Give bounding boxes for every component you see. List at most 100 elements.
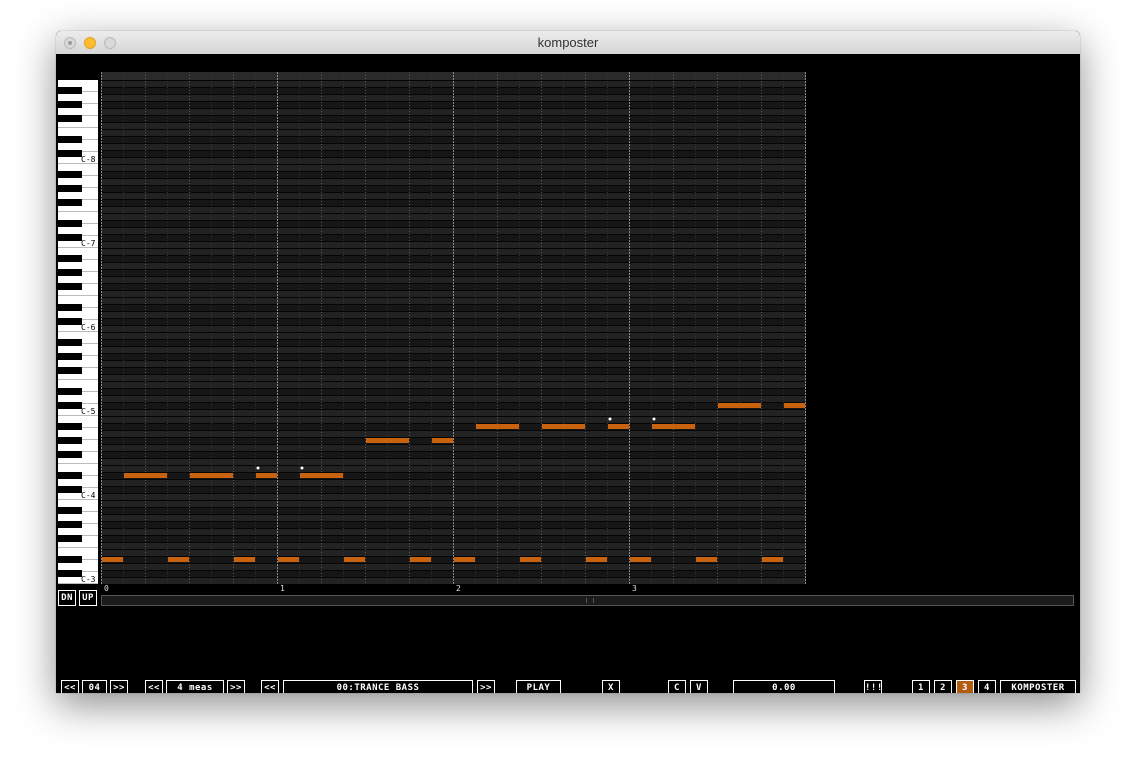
note-block[interactable] [696,557,717,562]
white-key-divider [58,295,98,296]
komposter-button[interactable]: KOMPOSTER [1000,680,1076,693]
copy-button[interactable]: C [668,680,686,693]
black-key[interactable] [58,87,82,94]
black-key[interactable] [58,556,82,563]
slide-marker [608,417,612,421]
black-key[interactable] [58,150,82,157]
length-prev-button[interactable]: << [145,680,163,693]
octave-label: C-3 [81,575,96,584]
black-key[interactable] [58,486,82,493]
black-key[interactable] [58,423,82,430]
instrument-name: 00:TRANCE BASS [283,680,473,693]
black-key[interactable] [58,521,82,528]
measure-label: 0 [104,584,109,593]
black-key[interactable] [58,136,82,143]
black-key[interactable] [58,269,82,276]
measure-label: 3 [632,584,637,593]
note-block[interactable] [124,473,167,478]
note-block[interactable] [168,557,189,562]
note-block[interactable] [608,424,629,429]
octave-label: C-5 [81,407,96,416]
title-bar: komposter [56,31,1080,55]
black-key[interactable] [58,115,82,122]
horizontal-scrollbar[interactable] [101,595,1074,606]
note-block[interactable] [630,557,651,562]
note-block[interactable] [366,438,409,443]
octave-prev-button[interactable]: << [61,680,79,693]
measure-ruler: 0 1 2 3 [101,584,806,593]
black-key[interactable] [58,507,82,514]
black-key[interactable] [58,437,82,444]
octave-down-button[interactable]: DN [58,590,76,606]
octave-up-button[interactable]: UP [79,590,97,606]
note-block[interactable] [432,438,453,443]
black-key[interactable] [58,451,82,458]
measure-label: 2 [456,584,461,593]
black-key[interactable] [58,101,82,108]
octave-label: C-8 [81,155,96,164]
note-block[interactable] [784,403,805,408]
play-button[interactable]: PLAY [516,680,561,693]
note-block[interactable] [234,557,255,562]
instrument-prev-button[interactable]: << [261,680,279,693]
scrollbar-thumb[interactable] [586,598,594,603]
slide-marker [652,417,656,421]
black-key[interactable] [58,171,82,178]
black-key[interactable] [58,570,82,577]
black-key[interactable] [58,199,82,206]
instrument-next-button[interactable]: >> [477,680,495,693]
black-key[interactable] [58,339,82,346]
black-key[interactable] [58,535,82,542]
grid-toggle-button[interactable]: !!! [864,680,882,693]
pattern-length-value: 4 meas [166,680,224,693]
note-block[interactable] [542,424,585,429]
white-key-divider [58,547,98,548]
app-window: komposter C-8 C-7 C-6 C-5 C-4 C-3 0 1 2 3 DN … [56,31,1080,693]
note-block[interactable] [476,424,519,429]
note-block[interactable] [520,557,541,562]
white-key-divider [58,463,98,464]
black-key[interactable] [58,402,82,409]
length-next-button[interactable]: >> [227,680,245,693]
white-key-divider [58,127,98,128]
slide-marker [300,466,304,470]
note-block[interactable] [190,473,233,478]
octave-label: C-7 [81,239,96,248]
note-block[interactable] [344,557,365,562]
value-field[interactable]: 0.00 [733,680,835,693]
note-block[interactable] [278,557,299,562]
black-key[interactable] [58,367,82,374]
page-2-button[interactable]: 2 [934,680,952,693]
paste-button[interactable]: V [690,680,708,693]
page-3-button[interactable]: 3 [956,680,974,693]
note-block[interactable] [586,557,607,562]
piano-roll-grid[interactable] [101,72,806,584]
black-key[interactable] [58,388,82,395]
note-block[interactable] [718,403,761,408]
page-4-button[interactable]: 4 [978,680,996,693]
note-block[interactable] [102,557,123,562]
note-block[interactable] [300,473,343,478]
clear-button[interactable]: X [602,680,620,693]
octave-label: C-6 [81,323,96,332]
octave-next-button[interactable]: >> [110,680,128,693]
editor-area: C-8 C-7 C-6 C-5 C-4 C-3 0 1 2 3 DN UP << 04 >… [56,54,1080,693]
black-key[interactable] [58,220,82,227]
black-key[interactable] [58,255,82,262]
measure-label: 1 [280,584,285,593]
page-1-button[interactable]: 1 [912,680,930,693]
black-key[interactable] [58,353,82,360]
black-key[interactable] [58,283,82,290]
octave-value: 04 [82,680,107,693]
black-key[interactable] [58,234,82,241]
note-block[interactable] [454,557,475,562]
note-block[interactable] [410,557,431,562]
note-block[interactable] [256,473,277,478]
note-block[interactable] [762,557,783,562]
black-key[interactable] [58,304,82,311]
black-key[interactable] [58,318,82,325]
black-key[interactable] [58,185,82,192]
piano-keyboard[interactable]: C-8 C-7 C-6 C-5 C-4 C-3 [58,80,98,584]
black-key[interactable] [58,472,82,479]
note-block[interactable] [652,424,695,429]
